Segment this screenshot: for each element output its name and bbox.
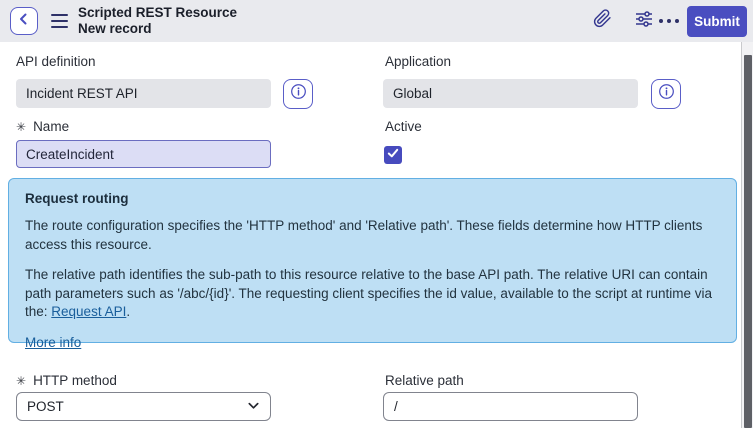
scrollbar[interactable] <box>742 42 753 428</box>
http-method-select[interactable]: POST <box>16 392 271 421</box>
name-label: ✳ Name <box>16 119 70 134</box>
more-options-button[interactable] <box>658 13 680 29</box>
api-definition-field[interactable] <box>16 79 271 108</box>
personalize-form-button[interactable] <box>634 10 654 33</box>
application-label: Application <box>385 54 452 69</box>
page-title: Scripted REST Resource New record <box>78 5 237 37</box>
http-method-label: ✳ HTTP method <box>16 373 117 388</box>
relative-path-label: Relative path <box>385 373 464 388</box>
application-info-button[interactable] <box>651 79 681 109</box>
ellipsis-icon <box>659 19 663 23</box>
relative-path-field[interactable] <box>383 392 638 421</box>
info-icon <box>658 83 675 105</box>
back-button[interactable] <box>10 7 38 35</box>
api-definition-info-button[interactable] <box>283 79 313 109</box>
api-definition-label: API definition <box>16 54 96 69</box>
required-marker-icon: ✳ <box>16 119 27 134</box>
record-subtitle: New record <box>78 21 152 36</box>
checkmark-icon <box>386 146 400 165</box>
request-api-link[interactable]: Request API <box>51 304 126 319</box>
form-header: Scripted REST Resource New record Submit <box>0 0 753 42</box>
request-routing-panel: Request routing The route configuration … <box>8 178 737 350</box>
submit-button[interactable]: Submit <box>687 6 747 37</box>
panel-title: Request routing <box>25 191 129 206</box>
attachment-button[interactable] <box>592 9 612 33</box>
sliders-icon <box>635 10 653 33</box>
panel-paragraph-2: The relative path identifies the sub-pat… <box>25 267 713 319</box>
panel-paragraph-1: The route configuration specifies the 'H… <box>25 218 703 252</box>
paperclip-icon <box>593 9 612 33</box>
chevron-left-icon <box>17 12 31 31</box>
active-checkbox[interactable] <box>384 146 402 164</box>
application-field[interactable] <box>383 79 638 108</box>
required-marker-icon: ✳ <box>16 373 27 388</box>
record-type-title: Scripted REST Resource <box>78 5 238 20</box>
info-icon <box>290 83 307 105</box>
scripted-rest-resource-form: Scripted REST Resource New record Submit… <box>0 0 753 428</box>
context-menu-icon[interactable] <box>51 14 68 28</box>
active-label: Active <box>385 119 422 134</box>
chevron-down-icon <box>247 399 260 415</box>
http-method-selected-value: POST <box>27 399 64 414</box>
name-field[interactable] <box>16 140 271 168</box>
scrollbar-thumb[interactable] <box>744 55 752 428</box>
more-info-link[interactable]: More info <box>25 334 81 352</box>
